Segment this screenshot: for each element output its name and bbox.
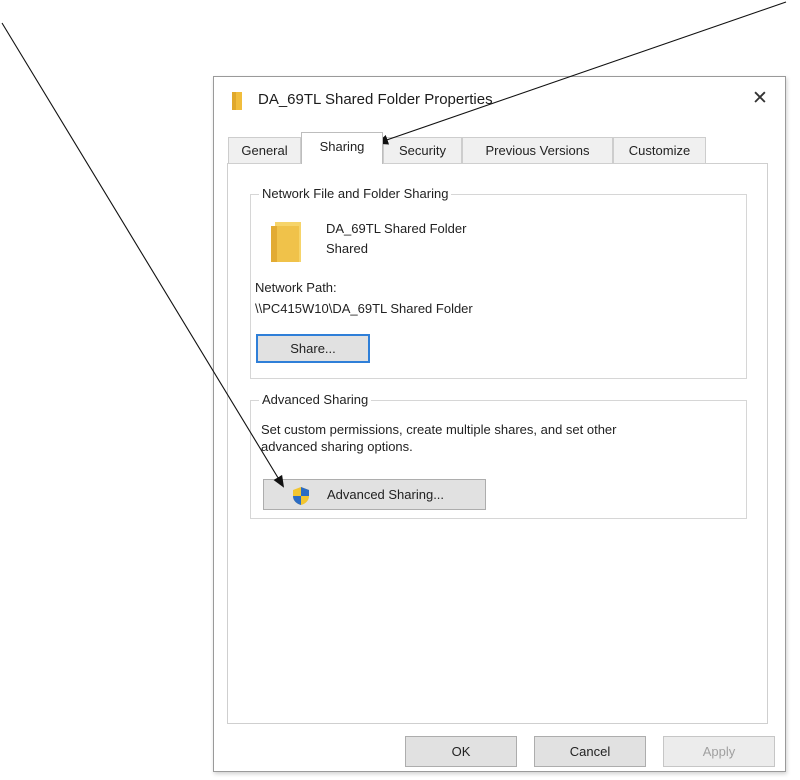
advanced-sharing-button[interactable]: Advanced Sharing... [263, 479, 486, 510]
close-button[interactable]: ✕ [749, 87, 771, 111]
ok-button[interactable]: OK [405, 736, 517, 767]
network-sharing-legend: Network File and Folder Sharing [259, 186, 452, 202]
uac-shield-icon [293, 487, 309, 505]
tab-general[interactable]: General [228, 137, 301, 163]
network-sharing-group: Network File and Folder Sharing DA_69TL … [250, 186, 747, 379]
tab-customize[interactable]: Customize [613, 137, 706, 163]
advanced-sharing-legend: Advanced Sharing [259, 392, 372, 408]
advanced-sharing-group: Advanced Sharing Set custom permissions,… [250, 392, 747, 519]
folder-icon [232, 92, 242, 110]
sharing-tab-panel: Network File and Folder Sharing DA_69TL … [227, 163, 768, 724]
folder-name: DA_69TL Shared Folder [326, 221, 467, 236]
advanced-sharing-description-line2: advanced sharing options. [261, 439, 413, 454]
apply-button[interactable]: Apply [663, 736, 775, 767]
tab-security[interactable]: Security [383, 137, 462, 163]
tab-sharing[interactable]: Sharing [301, 132, 383, 164]
share-button[interactable]: Share... [256, 334, 370, 363]
share-status: Shared [326, 241, 368, 256]
properties-dialog: DA_69TL Shared Folder Properties ✕ Gener… [213, 76, 786, 772]
cancel-button[interactable]: Cancel [534, 736, 646, 767]
network-path-value: \\PC415W10\DA_69TL Shared Folder [255, 301, 473, 316]
folder-icon [271, 222, 301, 262]
title-bar[interactable]: DA_69TL Shared Folder Properties ✕ [214, 77, 785, 127]
advanced-sharing-button-label: Advanced Sharing... [326, 487, 445, 502]
window-title: DA_69TL Shared Folder Properties [258, 91, 493, 108]
advanced-sharing-description-line1: Set custom permissions, create multiple … [261, 422, 617, 437]
tab-previous-versions[interactable]: Previous Versions [462, 137, 613, 163]
network-path-label: Network Path: [255, 280, 337, 295]
